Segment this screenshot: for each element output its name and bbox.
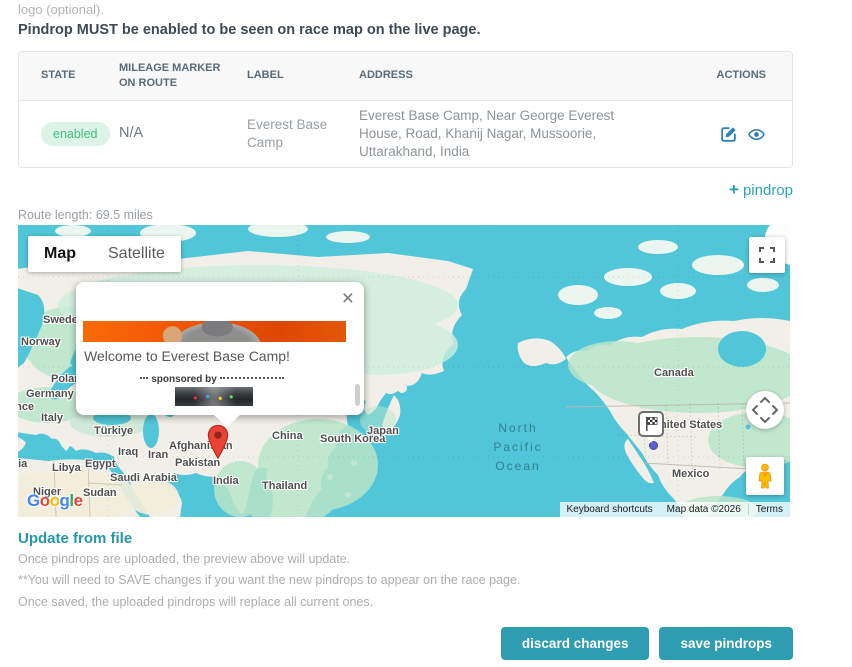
address-cell: Everest Base Camp, Near George Everest H… [353,101,692,168]
header-mileage-marker: MILEAGE MARKER ON ROUTE [113,52,241,100]
sponsored-leader-right [220,377,284,379]
pindrop-settings-page: logo (optional). Pindrop MUST be enabled… [0,2,852,667]
pindrop-marker[interactable] [207,424,229,460]
edit-icon[interactable] [719,125,738,144]
popup-scrollbar[interactable] [355,384,360,406]
label-cell: Everest Base Camp [241,110,353,158]
map-label-iraq: Iraq [118,446,138,458]
google-letter: e [74,491,83,510]
pindrop-enabled-warning: Pindrop MUST be enabled to be seen on ra… [18,22,852,38]
finish-flag-marker[interactable] [638,411,664,437]
info-window: × Welcome to Everest Base Camp! sponsore… [76,282,364,415]
update-note-1: Once pindrops are uploaded, the preview … [18,550,852,568]
plus-icon: + [729,180,739,199]
actions-cell [692,119,792,150]
map-label-thailand: Thailand [262,480,307,492]
map-label-germany: Germany [26,388,74,400]
google-logo[interactable]: Google [27,491,83,511]
pegman-icon [755,463,775,489]
status-badge: enabled [41,122,110,147]
pindrop-table-header: STATE MILEAGE MARKER ON ROUTE LABEL ADDR… [19,52,792,101]
sponsored-by-label: sponsored by [151,374,217,385]
table-row: enabled N/A Everest Base Camp Everest Ba… [19,101,792,168]
fullscreen-button[interactable] [749,237,785,273]
map-label-norway: Norway [21,336,61,348]
map-label-italy: Italy [41,412,63,424]
add-pindrop-button[interactable]: +pindrop [729,182,793,199]
header-label: LABEL [241,52,353,100]
logo-optional-note: logo (optional). [18,2,852,17]
google-letter: o [40,491,50,510]
map-label-egypt: Egypt [85,458,116,470]
map-type-map-button[interactable]: Map [28,236,92,272]
map-label-türkiye: Türkiye [94,425,133,437]
google-letter: o [50,491,60,510]
pan-arrows-icon [746,391,784,429]
map-label-mexico: Mexico [672,468,709,480]
welcome-image [83,321,346,342]
pindrop-table: STATE MILEAGE MARKER ON ROUTE LABEL ADDR… [18,51,793,168]
map-label-canada: Canada [654,367,694,379]
map-label-libya: Libya [52,462,81,474]
header-actions: ACTIONS [692,52,792,100]
map-type-satellite-button[interactable]: Satellite [92,236,181,272]
mileage-cell: N/A [113,118,241,150]
map-label-algeria: Algeria [18,458,27,470]
pan-control[interactable] [746,391,784,429]
state-cell: enabled [19,116,113,153]
keyboard-shortcuts-link[interactable]: Keyboard shortcuts [560,504,660,515]
close-icon[interactable]: × [342,288,354,309]
pegman-control[interactable] [746,457,784,495]
checkered-flag-icon [643,416,659,432]
add-pindrop-label: pindrop [743,182,793,199]
info-window-title: Welcome to Everest Base Camp! [84,348,290,364]
info-window-tail [214,415,240,427]
update-note-3: Once saved, the uploaded pindrops will r… [18,593,852,611]
map-label-india: India [213,475,239,487]
sponsor-image [175,387,253,406]
map-attribution: Keyboard shortcuts Map data ©2026 Terms [560,502,791,517]
map[interactable]: SwedenNorwayPolandGermanyFranceItalyTürk… [18,225,790,517]
discard-changes-button[interactable]: discard changes [501,627,650,660]
sponsored-by-row: sponsored by [76,374,348,385]
save-pindrops-button[interactable]: save pindrops [659,627,793,660]
map-type-control: Map Satellite [28,236,181,272]
update-from-file-heading[interactable]: Update from file [18,530,852,547]
map-label-china: China [272,430,303,442]
eye-icon[interactable] [747,125,766,144]
update-note-2: **You will need to SAVE changes if you w… [18,571,852,589]
map-label-sudan: Sudan [83,487,117,499]
map-label-france: France [18,401,34,413]
map-label-iran: Iran [148,449,168,461]
google-letter: g [60,491,70,510]
sponsored-leader-left [140,377,148,379]
fullscreen-icon [758,246,776,264]
header-state: STATE [19,52,113,100]
map-data-text: Map data ©2026 [660,504,748,515]
add-pindrop-row: +pindrop [18,180,793,200]
route-length-text: Route length: 69.5 miles [18,208,852,222]
terms-link[interactable]: Terms [748,504,790,515]
header-address: ADDRESS [353,52,692,100]
ocean-label: North Pacific Ocean [480,419,556,475]
action-buttons-row: discard changes save pindrops [18,627,793,660]
map-label-saudi-arabia: Saudi Arabia [110,472,177,484]
flag-marker-tail [646,436,656,443]
map-label-japan: Japan [367,425,399,437]
google-letter: G [27,491,40,510]
